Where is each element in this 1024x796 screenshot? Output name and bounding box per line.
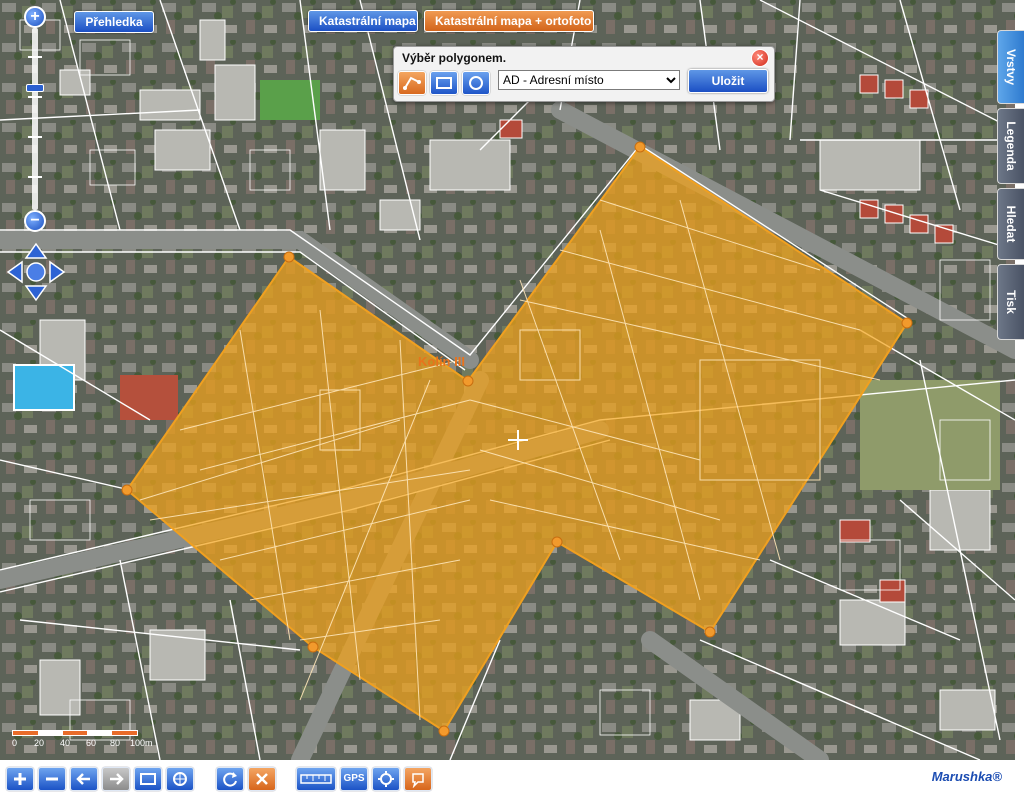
tab-search[interactable]: Hledat xyxy=(997,188,1024,260)
overview-map-button[interactable]: Přehledka xyxy=(74,11,154,33)
zoom-tick xyxy=(28,176,42,178)
scale-label: 40 xyxy=(60,738,71,748)
tab-label: Tisk xyxy=(1004,290,1018,314)
zoom-tick xyxy=(28,56,42,58)
clear-icon[interactable] xyxy=(248,767,276,791)
zoom-handle[interactable] xyxy=(26,84,44,92)
close-icon[interactable]: × xyxy=(751,49,769,67)
tab-label: Hledat xyxy=(1004,205,1018,243)
pan-right-icon xyxy=(49,260,66,284)
zoom-tick xyxy=(28,96,42,98)
zoom-slider[interactable]: + − xyxy=(22,6,48,232)
zoom-out-icon[interactable]: − xyxy=(24,210,46,232)
place-label: Kolín III xyxy=(418,354,465,369)
save-button[interactable]: Uložit xyxy=(688,69,768,93)
tab-legend[interactable]: Legenda xyxy=(997,108,1024,184)
zoom-tick xyxy=(28,136,42,138)
measure-icon[interactable] xyxy=(296,767,336,791)
tab-layers[interactable]: Vrstvy xyxy=(997,30,1024,104)
rectangle-select-icon[interactable] xyxy=(430,71,458,95)
info-icon[interactable] xyxy=(404,767,432,791)
cadastral-orthophoto-button[interactable]: Katastrální mapa + ortofoto xyxy=(424,10,594,32)
back-icon[interactable] xyxy=(70,767,98,791)
zoom-out-icon[interactable] xyxy=(38,767,66,791)
scale-label: 80 xyxy=(110,738,121,748)
layer-select[interactable]: AD - Adresní místo xyxy=(498,70,680,90)
zoom-rectangle-icon[interactable] xyxy=(134,767,162,791)
scale-label: 60 xyxy=(86,738,97,748)
tab-print[interactable]: Tisk xyxy=(997,264,1024,340)
pan-down-icon xyxy=(24,285,48,302)
locate-icon[interactable] xyxy=(372,767,400,791)
gps-label: GPS xyxy=(343,773,365,784)
polygon-selection-dialog[interactable]: Výběr polygonem. × AD - Adresní místo Ul… xyxy=(393,46,775,102)
pan-left-icon xyxy=(6,260,23,284)
scale-label: 100m xyxy=(130,738,153,748)
pan-center-icon xyxy=(26,262,46,282)
full-extent-icon[interactable] xyxy=(166,767,194,791)
tab-label: Vrstvy xyxy=(1004,48,1018,86)
gps-icon[interactable]: GPS xyxy=(340,767,368,791)
forward-icon[interactable] xyxy=(102,767,130,791)
map-canvas[interactable]: Kolín III Přehledka Katastrální mapa Kat… xyxy=(0,0,1015,760)
scale-label: 20 xyxy=(34,738,45,748)
draw-polygon-icon[interactable] xyxy=(398,71,426,95)
tab-label: Legenda xyxy=(1004,121,1018,171)
cadastral-map-button[interactable]: Katastrální mapa xyxy=(308,10,418,32)
brand-logo: Marushka® xyxy=(931,769,1002,784)
scale-label: 0 xyxy=(12,738,18,748)
bottom-toolbar: GPS Marushka® xyxy=(0,762,1024,796)
circle-select-icon[interactable] xyxy=(462,71,490,95)
scale-bar: 0 20 40 60 80 100m xyxy=(12,716,162,752)
zoom-in-icon[interactable] xyxy=(6,767,34,791)
pan-control[interactable] xyxy=(6,242,66,302)
pan-up-icon xyxy=(24,242,48,259)
dialog-title: Výběr polygonem. xyxy=(402,51,507,65)
zoom-in-icon[interactable]: + xyxy=(24,6,46,28)
map-imagery xyxy=(0,0,1015,760)
refresh-icon[interactable] xyxy=(216,767,244,791)
